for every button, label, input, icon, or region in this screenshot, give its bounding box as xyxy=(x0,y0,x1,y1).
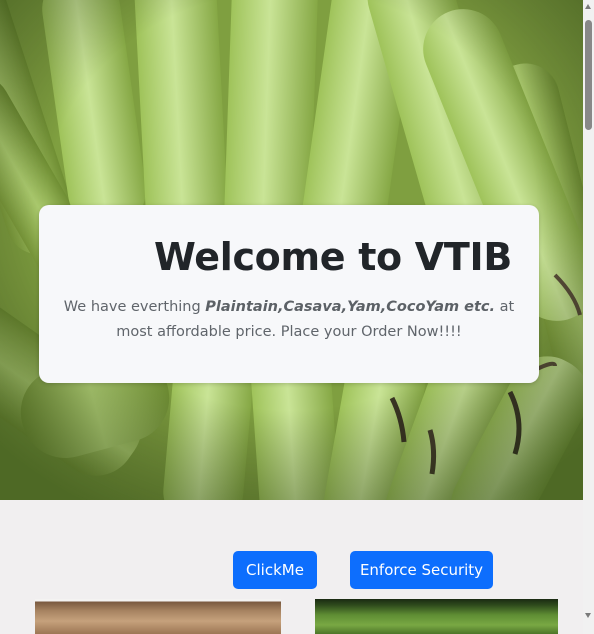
scroll-down-arrow-icon[interactable] xyxy=(585,613,591,618)
welcome-products: Plaintain,Casava,Yam,CocoYam etc. xyxy=(205,299,496,315)
click-me-button[interactable]: ClickMe xyxy=(233,551,317,589)
welcome-title: Welcome to VTIB ag xyxy=(154,235,514,279)
welcome-card: Welcome to VTIB ag We have everthing Pla… xyxy=(39,205,539,383)
tubers-card-image xyxy=(35,599,281,634)
scrollbar-thumb[interactable] xyxy=(585,20,592,130)
hero-section: Welcome to VTIB ag We have everthing Pla… xyxy=(0,0,583,500)
welcome-description: We have everthing Plaintain,Casava,Yam,C… xyxy=(61,295,517,345)
scroll-up-arrow-icon[interactable] xyxy=(585,4,591,9)
enforce-security-button[interactable]: Enforce Security xyxy=(350,551,493,589)
plantain-card-image xyxy=(315,599,558,634)
welcome-text-start: We have everthing xyxy=(63,299,206,315)
vertical-scrollbar[interactable] xyxy=(583,0,594,634)
page-viewport: Welcome to VTIB ag We have everthing Pla… xyxy=(0,0,583,634)
